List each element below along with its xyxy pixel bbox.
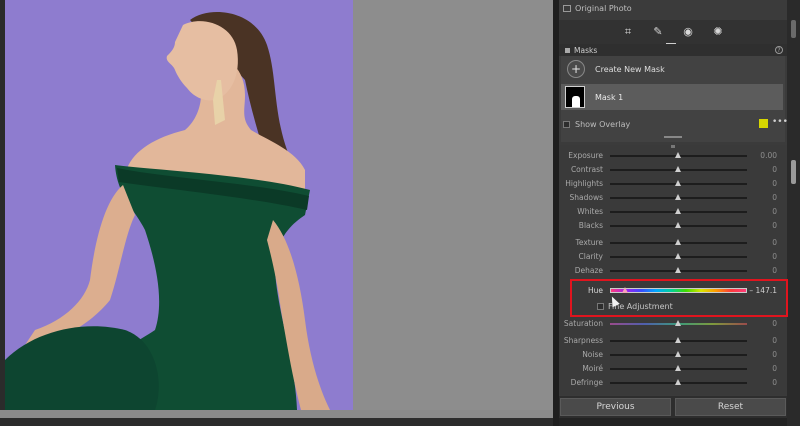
- scrollbar-thumb[interactable]: [791, 160, 796, 184]
- texture-row: Texture 0: [559, 237, 787, 249]
- add-mask-button[interactable]: +: [567, 60, 585, 78]
- noise-value[interactable]: 0: [745, 350, 777, 359]
- saturation-value[interactable]: 0: [745, 319, 777, 328]
- portrait-photo-illustration: [5, 12, 330, 410]
- moire-row: Moiré 0: [559, 363, 787, 375]
- dehaze-slider-thumb[interactable]: [675, 267, 681, 273]
- whites-slider-thumb[interactable]: [675, 208, 681, 214]
- contrast-value[interactable]: 0: [745, 165, 777, 174]
- original-photo-icon: [563, 4, 571, 12]
- defringe-row: Defringe 0: [559, 377, 787, 389]
- masking-tool-icon[interactable]: ✺: [712, 26, 724, 38]
- original-photo-label: Original Photo: [575, 3, 632, 13]
- panel-resize-grip[interactable]: [664, 136, 682, 138]
- shadows-label: Shadows: [569, 193, 603, 202]
- saturation-row: Saturation 0: [559, 318, 787, 330]
- original-photo-row[interactable]: Original Photo: [563, 0, 787, 16]
- shadows-value[interactable]: 0: [745, 193, 777, 202]
- exposure-label: Exposure: [568, 151, 603, 160]
- noise-slider-thumb[interactable]: [675, 351, 681, 357]
- mask-name: Mask 1: [595, 92, 624, 102]
- shadows-row: Shadows 0: [559, 192, 787, 204]
- show-overlay-checkbox[interactable]: [563, 120, 570, 128]
- sharpness-slider-thumb[interactable]: [675, 337, 681, 343]
- whites-row: Whites 0: [559, 206, 787, 218]
- texture-slider-thumb[interactable]: [675, 239, 681, 245]
- sharpness-label: Sharpness: [563, 336, 603, 345]
- texture-label: Texture: [575, 238, 603, 247]
- contrast-slider-thumb[interactable]: [675, 166, 681, 172]
- clarity-label: Clarity: [578, 252, 603, 261]
- section-grip: [671, 145, 675, 148]
- sharpness-value[interactable]: 0: [745, 336, 777, 345]
- defringe-slider-thumb[interactable]: [675, 379, 681, 385]
- panel-scrollbar[interactable]: [787, 0, 800, 426]
- dehaze-value[interactable]: 0: [745, 266, 777, 275]
- show-overlay-label: Show Overlay: [575, 119, 631, 129]
- mask-thumbnail: [565, 86, 585, 108]
- exposure-slider-thumb[interactable]: [675, 152, 681, 158]
- highlights-value[interactable]: 0: [745, 179, 777, 188]
- clarity-row: Clarity 0: [559, 251, 787, 263]
- blacks-value[interactable]: 0: [745, 221, 777, 230]
- saturation-label: Saturation: [563, 319, 603, 328]
- exposure-value[interactable]: 0.00: [745, 151, 777, 160]
- more-options-icon[interactable]: •••: [772, 117, 788, 127]
- collapse-icon: [565, 47, 570, 53]
- noise-row: Noise 0: [559, 349, 787, 361]
- whites-label: Whites: [577, 207, 603, 216]
- dehaze-row: Dehaze 0: [559, 265, 787, 277]
- whites-value[interactable]: 0: [745, 207, 777, 216]
- sharpness-row: Sharpness 0: [559, 335, 787, 347]
- highlights-label: Highlights: [565, 179, 603, 188]
- red-eye-tool-icon[interactable]: ◉: [682, 26, 694, 38]
- hue-highlight-box: [570, 279, 788, 317]
- masks-header[interactable]: Masks: [559, 44, 787, 56]
- saturation-slider-thumb[interactable]: [675, 320, 681, 326]
- photo[interactable]: [5, 0, 353, 410]
- previous-button[interactable]: Previous: [560, 398, 671, 416]
- lightroom-window: Original Photo ⌗ ✎ ◉ ✺ Masks ? + Create …: [0, 0, 800, 426]
- reset-button[interactable]: Reset: [675, 398, 786, 416]
- highlights-row: Highlights 0: [559, 178, 787, 190]
- moire-slider-thumb[interactable]: [675, 365, 681, 371]
- contrast-row: Contrast 0: [559, 164, 787, 176]
- moire-value[interactable]: 0: [745, 364, 777, 373]
- texture-value[interactable]: 0: [745, 238, 777, 247]
- create-new-mask-row[interactable]: + Create New Mask: [561, 56, 785, 82]
- mask-item[interactable]: Mask 1: [561, 84, 783, 110]
- overlay-color-swatch[interactable]: [759, 119, 768, 128]
- blacks-slider-thumb[interactable]: [675, 222, 681, 228]
- dehaze-label: Dehaze: [574, 266, 603, 275]
- tool-strip: ⌗ ✎ ◉ ✺: [559, 20, 787, 44]
- canvas-bottom-border: [0, 418, 556, 426]
- crop-tool-icon[interactable]: ⌗: [622, 26, 634, 38]
- create-new-mask-label: Create New Mask: [595, 64, 665, 74]
- blacks-label: Blacks: [578, 221, 603, 230]
- shadows-slider-thumb[interactable]: [675, 194, 681, 200]
- help-icon[interactable]: ?: [775, 46, 783, 54]
- clarity-slider-thumb[interactable]: [675, 253, 681, 259]
- defringe-label: Defringe: [570, 378, 603, 387]
- highlights-slider-thumb[interactable]: [675, 180, 681, 186]
- exposure-row: Exposure 0.00: [559, 150, 787, 162]
- moire-label: Moiré: [582, 364, 603, 373]
- blacks-row: Blacks 0: [559, 220, 787, 232]
- scrollbar-top-thumb[interactable]: [791, 20, 796, 38]
- clarity-value[interactable]: 0: [745, 252, 777, 261]
- contrast-label: Contrast: [570, 165, 603, 174]
- mask-adjustments-panel: Exposure 0.00 Contrast 0 Highlights 0 Sh…: [559, 145, 787, 395]
- masks-title: Masks: [574, 45, 598, 55]
- panel-bottom-edge: [559, 418, 787, 426]
- healing-tool-icon[interactable]: ✎: [652, 26, 664, 38]
- show-overlay-row: Show Overlay: [563, 116, 785, 132]
- defringe-value[interactable]: 0: [745, 378, 777, 387]
- noise-label: Noise: [582, 350, 603, 359]
